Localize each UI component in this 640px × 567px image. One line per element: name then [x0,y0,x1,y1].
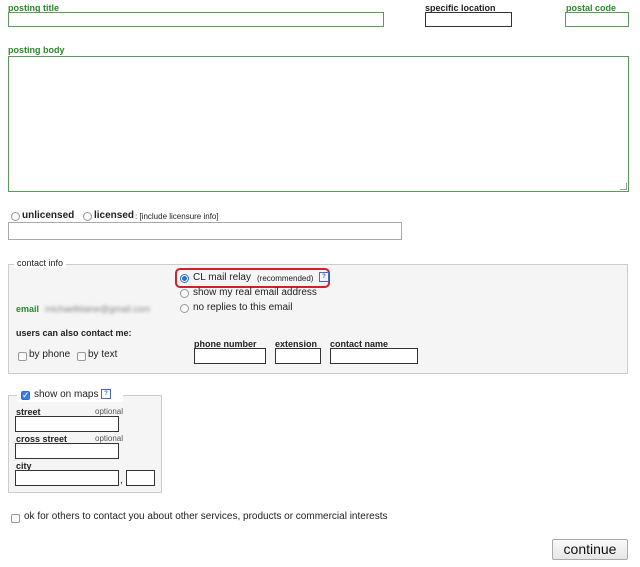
posting-body-label: posting body [8,45,65,55]
contact-info-legend: contact info [14,258,67,268]
email-label: email [16,304,40,314]
licensed-label: licensed [94,210,135,221]
city-comma: , [120,475,123,486]
postal-code-input[interactable] [565,12,629,27]
licensure-info-hint: : [include licensure info] [135,212,219,221]
commercial-contact-label: ok for others to contact you about other… [24,511,388,522]
cl-mail-relay-note: (recommended) [257,274,314,283]
unlicensed-label: unlicensed [22,210,75,221]
show-on-maps-checkbox[interactable] [21,389,30,401]
show-on-maps-label: show on maps [34,389,99,400]
email-value: michaelblaine@gmail.com [45,304,151,314]
cross-street-input[interactable] [15,443,119,459]
no-replies-radio[interactable] [180,304,189,313]
cl-mail-relay-radio[interactable] [180,274,189,283]
by-phone-checkbox[interactable] [18,352,27,361]
extension-input[interactable] [275,348,321,364]
continue-button[interactable]: continue [552,539,628,560]
commercial-contact-checkbox[interactable] [11,514,20,523]
cross-street-optional-label: optional [95,434,124,443]
licensed-radio[interactable] [83,212,92,221]
no-replies-label: no replies to this email [193,302,293,313]
maps-help-icon[interactable]: ? [101,389,111,399]
cl-mail-relay-label: CL mail relay [193,272,251,283]
posting-body-textarea[interactable] [8,56,629,192]
show-real-email-radio[interactable] [180,289,189,298]
street-input[interactable] [15,416,119,432]
licensure-info-input[interactable] [8,222,402,240]
posting-title-input[interactable] [8,12,384,27]
also-contact-label: users can also contact me: [16,328,132,338]
by-text-checkbox[interactable] [77,352,86,361]
contact-name-input[interactable] [330,348,418,364]
by-phone-label: by phone [29,349,71,360]
resize-handle-icon[interactable] [620,183,627,190]
street-optional-label: optional [95,407,124,416]
city-input[interactable] [15,470,119,486]
specific-location-input[interactable] [425,12,512,27]
unlicensed-radio[interactable] [11,212,20,221]
state-input[interactable] [126,470,155,486]
by-text-label: by text [88,349,118,360]
relay-help-icon[interactable]: ? [319,272,329,282]
show-real-email-label: show my real email address [193,287,317,298]
phone-number-input[interactable] [194,348,266,364]
